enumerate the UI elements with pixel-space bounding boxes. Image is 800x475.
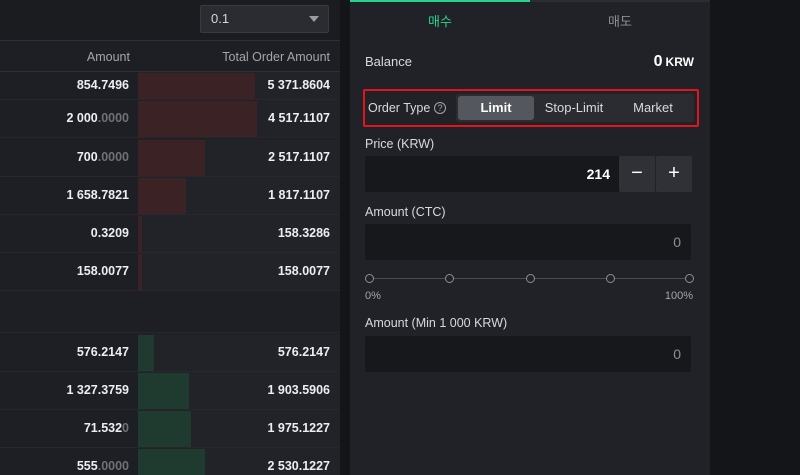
depth-bar — [138, 178, 186, 214]
balance-value: 0 KRW — [654, 53, 694, 71]
ask-row[interactable]: 1 658.7821 1 817.1107 — [0, 177, 340, 215]
row-amount-main: 1 327.3759 — [66, 383, 129, 397]
order-type-stop-limit[interactable]: Stop-Limit — [536, 96, 612, 120]
bid-row[interactable]: 555.0000 2 530.1227 — [0, 448, 340, 475]
row-amount-main: 158.0077 — [76, 264, 129, 278]
order-type-market[interactable]: Market — [614, 96, 692, 120]
depth-bar — [138, 411, 191, 447]
order-type-label: Order Type — [368, 101, 431, 115]
depth-bar — [138, 335, 154, 371]
ask-row[interactable]: 854.7496 5 371.8604 — [0, 72, 340, 100]
ask-row[interactable]: 2 000.0000 4 517.1107 — [0, 100, 340, 138]
bid-row[interactable]: 71.5320 1 975.1227 — [0, 410, 340, 448]
row-total: 1 975.1227 — [267, 421, 330, 435]
amount-input[interactable]: 0 — [365, 224, 691, 260]
total-input[interactable]: 0 — [365, 336, 691, 372]
row-amount: 0.3209 — [91, 226, 129, 240]
help-icon[interactable]: ? — [434, 102, 446, 114]
row-amount-main: 71.532 — [83, 421, 123, 435]
row-amount: 2 000.0000 — [66, 111, 129, 125]
row-amount-decimals: .0000 — [97, 459, 129, 473]
row-total: 1 903.5906 — [267, 383, 330, 397]
panel-separator — [340, 0, 350, 475]
slider-stop-0[interactable] — [365, 274, 374, 283]
order-panel: 매수 매도 Balance 0 KRW Order Type ? Limit St… — [350, 0, 710, 475]
slider-stop-75[interactable] — [606, 274, 615, 283]
slider-stop-25[interactable] — [445, 274, 454, 283]
ask-row[interactable]: 0.3209 158.3286 — [0, 215, 340, 253]
order-book-toolbar: 0.1 — [0, 0, 340, 40]
order-book-header: Amount Total Order Amount — [0, 40, 340, 72]
balance-label: Balance — [365, 54, 412, 69]
row-amount-main: 2 000 — [66, 111, 98, 125]
order-type-selector: Limit Stop-Limit Market — [456, 94, 694, 122]
row-total: 158.0077 — [277, 264, 330, 278]
tab-buy[interactable]: 매수 — [350, 0, 530, 42]
slider-stop-100[interactable] — [685, 274, 694, 283]
slider-max-label: 100% — [664, 290, 693, 302]
row-amount: 854.7496 — [77, 78, 129, 92]
price-input[interactable]: 214 — [365, 156, 620, 192]
row-amount-main: 555 — [76, 459, 98, 473]
row-amount-main: 700 — [76, 150, 98, 164]
total-column-header: Total Order Amount — [222, 50, 330, 64]
bid-row[interactable]: 576.2147 576.2147 — [0, 334, 340, 372]
row-amount: 700.0000 — [77, 150, 129, 164]
order-type-limit[interactable]: Limit — [458, 96, 534, 120]
price-label: Price (KRW) — [365, 137, 435, 151]
chevron-down-icon — [309, 16, 319, 22]
amount-label: Amount (CTC) — [365, 205, 446, 219]
row-total: 4 517.1107 — [268, 111, 330, 125]
row-total: 576.2147 — [277, 345, 330, 359]
total-label: Amount (Min 1 000 KRW) — [365, 316, 508, 330]
ask-row[interactable]: 158.0077 158.0077 — [0, 253, 340, 291]
ask-row[interactable]: 700.0000 2 517.1107 — [0, 139, 340, 177]
amount-percent-slider[interactable] — [365, 273, 695, 285]
row-amount-main: 576.2147 — [76, 345, 129, 359]
depth-bar — [138, 254, 142, 290]
row-total: 158.3286 — [277, 226, 330, 240]
row-total: 1 817.1107 — [268, 188, 330, 202]
grouping-select-value: 0.1 — [211, 11, 230, 26]
row-total: 2 517.1107 — [268, 150, 330, 164]
grouping-select[interactable]: 0.1 — [200, 5, 329, 33]
balance-amount: 0 — [653, 53, 663, 70]
bid-row[interactable]: 1 327.3759 1 903.5906 — [0, 372, 340, 410]
row-amount: 576.2147 — [77, 345, 129, 359]
tab-sell[interactable]: 매도 — [530, 0, 710, 42]
order-type-row: Order Type ? Limit Stop-Limit Market — [363, 89, 699, 127]
right-edge-area — [710, 0, 800, 475]
order-side-tabs: 매수 매도 — [350, 0, 710, 42]
balance-unit: KRW — [665, 55, 694, 69]
price-increment-button[interactable]: + — [656, 156, 692, 192]
depth-bar — [138, 373, 189, 409]
row-amount-decimals: 0 — [122, 421, 129, 435]
row-amount-main: 854.7496 — [76, 78, 129, 92]
row-amount-main: 1 658.7821 — [66, 188, 129, 202]
row-amount: 71.5320 — [84, 421, 129, 435]
row-total: 5 371.8604 — [267, 78, 330, 92]
depth-bar — [138, 216, 142, 252]
row-total: 2 530.1227 — [267, 459, 330, 473]
row-amount-decimals: .0000 — [97, 111, 129, 125]
depth-bar — [138, 140, 205, 176]
row-amount-main: 0.3209 — [90, 226, 129, 240]
depth-bar — [138, 73, 255, 99]
row-amount: 555.0000 — [77, 459, 129, 473]
spread-gap — [0, 292, 340, 333]
price-decrement-button[interactable]: − — [619, 156, 655, 192]
row-amount: 1 327.3759 — [66, 383, 129, 397]
row-amount-decimals: .0000 — [97, 150, 129, 164]
order-book: 0.1 Amount Total Order Amount 854.7496 5 … — [0, 0, 340, 475]
slider-min-label: 0% — [365, 290, 381, 302]
row-amount: 158.0077 — [77, 264, 129, 278]
depth-bar — [138, 449, 205, 475]
row-amount: 1 658.7821 — [66, 188, 129, 202]
slider-stop-50[interactable] — [526, 274, 535, 283]
amount-column-header: Amount — [86, 50, 130, 64]
depth-bar — [138, 101, 257, 137]
